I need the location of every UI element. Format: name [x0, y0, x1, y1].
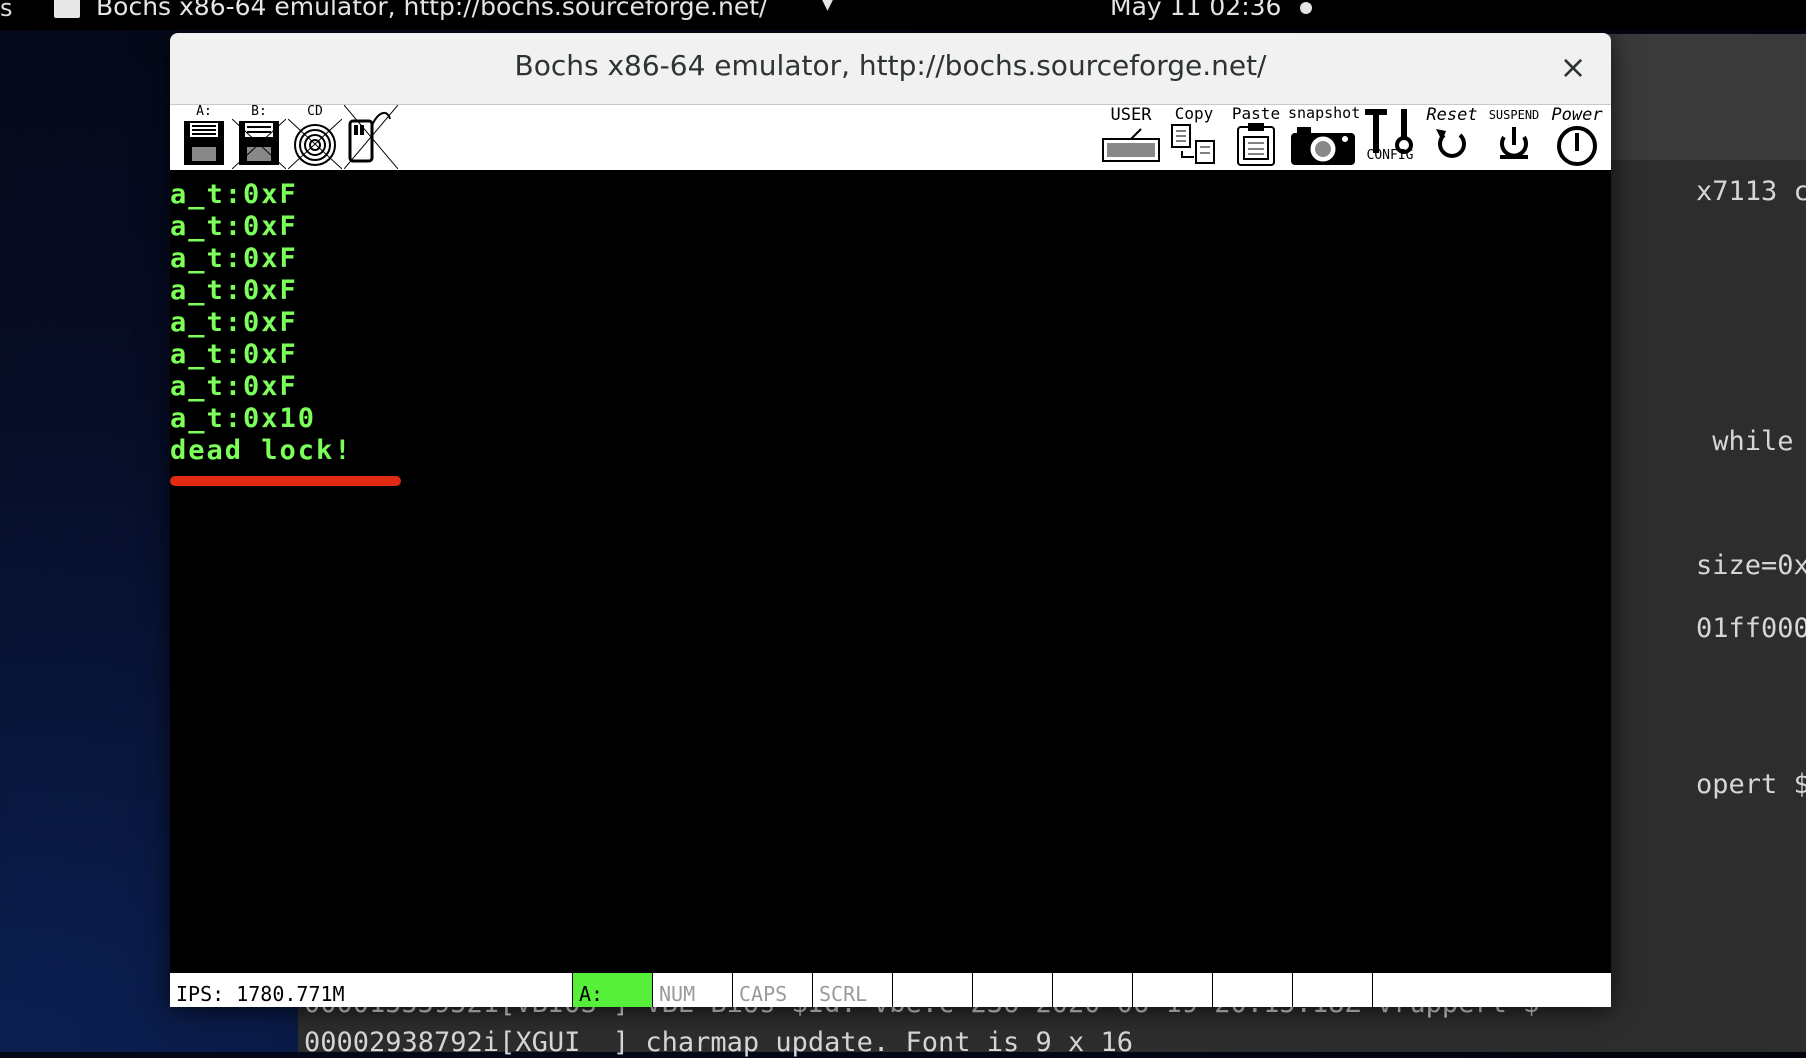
- console-line: a_t:0x10: [170, 403, 317, 434]
- paste-label: Paste: [1231, 104, 1281, 123]
- reset-button[interactable]: Reset: [1422, 105, 1482, 170]
- clock[interactable]: May 11 02:36: [1110, 0, 1281, 21]
- terminal-line: 00002938792i[XGUI ] charmap update. Font…: [304, 1027, 1134, 1058]
- bochs-window: Bochs x86-64 emulator, http://bochs.sour…: [170, 33, 1611, 1007]
- bochs-toolbar: A: B: CD USER Copy Paste snapshot CONFIG…: [170, 105, 1611, 171]
- caps-lock-indicator: CAPS: [732, 973, 812, 1007]
- user-keyboard-button[interactable]: USER: [1100, 105, 1162, 170]
- power-button[interactable]: Power: [1546, 105, 1608, 170]
- floppy-disk-icon: [184, 121, 224, 165]
- window-titlebar[interactable]: Bochs x86-64 emulator, http://bochs.sour…: [170, 33, 1611, 105]
- emulator-screen[interactable]: a_t:0xF a_t:0xF a_t:0xF a_t:0xF a_t:0xF …: [170, 171, 1611, 972]
- status-slot: [972, 973, 1052, 1007]
- keyboard-icon: [1102, 128, 1160, 162]
- chevron-down-icon[interactable]: ▾: [822, 0, 833, 17]
- paste-button[interactable]: Paste: [1228, 105, 1284, 170]
- power-label: Power: [1551, 105, 1603, 125]
- suspend-icon: [1500, 127, 1528, 159]
- console-line: a_t:0xF: [170, 307, 298, 338]
- suspend-label: SUSPEND: [1488, 108, 1540, 122]
- floppy-b-button[interactable]: B:: [232, 105, 286, 170]
- app-menu-icon[interactable]: [54, 0, 80, 18]
- cdrom-button[interactable]: CD: [288, 105, 342, 170]
- floppy-disk-crossed-icon: [232, 119, 286, 169]
- suspend-button[interactable]: SUSPEND: [1484, 105, 1544, 170]
- console-line: dead lock!: [170, 435, 353, 466]
- console-line: a_t:0xF: [170, 275, 298, 306]
- status-slot: [1372, 973, 1611, 1007]
- snapshot-label: snapshot: [1288, 104, 1361, 122]
- status-slot: [1052, 973, 1132, 1007]
- cdrom-label: CD: [307, 104, 323, 119]
- num-lock-indicator: NUM: [652, 973, 732, 1007]
- drive-a-indicator: A:: [572, 973, 652, 1007]
- floppy-a-label: A:: [196, 104, 212, 119]
- activities-fragment[interactable]: s: [0, 0, 13, 22]
- status-slot: [892, 973, 972, 1007]
- cdrom-crossed-icon: [288, 119, 342, 169]
- close-icon[interactable]: ×: [1553, 47, 1593, 87]
- camera-icon: [1291, 127, 1355, 165]
- notification-dot-icon: [1300, 2, 1312, 14]
- red-underline-annotation: [170, 476, 401, 486]
- copy-button[interactable]: Copy: [1166, 105, 1222, 170]
- status-bar: IPS: 1780.771M A: NUM CAPS SCRL: [170, 972, 1611, 1007]
- status-slot: [1212, 973, 1292, 1007]
- console-line: a_t:0xF: [170, 371, 298, 402]
- ips-readout: IPS: 1780.771M: [176, 982, 345, 1006]
- terminal-line: opert $: [1696, 769, 1806, 800]
- status-slot: [1292, 973, 1372, 1007]
- floppy-a-button[interactable]: A:: [178, 105, 230, 170]
- terminal-line: while in SM: [1712, 426, 1794, 457]
- console-line: a_t:0xF: [170, 339, 298, 370]
- console-line: a_t:0xF: [170, 211, 298, 242]
- status-slot: [1132, 973, 1212, 1007]
- terminal-line: size=0xc8: [1696, 550, 1806, 581]
- usb-crossed-icon: [344, 105, 398, 169]
- usb-button[interactable]: [344, 105, 398, 170]
- terminal-line: 01ff0000 siz: [1696, 613, 1806, 644]
- clipboard-icon: [1237, 123, 1275, 166]
- user-label: USER: [1110, 105, 1152, 125]
- app-menu-label[interactable]: Bochs x86-64 emulator, http://bochs.sour…: [96, 0, 767, 21]
- copy-label: Copy: [1174, 104, 1214, 123]
- terminal-line: x7113 class=: [1696, 176, 1806, 207]
- power-icon: [1557, 126, 1597, 166]
- config-button[interactable]: CONFIG: [1360, 105, 1420, 170]
- console-line: a_t:0xF: [170, 243, 298, 274]
- console-line: a_t:0xF: [170, 179, 298, 210]
- top-bar: s Bochs x86-64 emulator, http://bochs.so…: [0, 0, 1806, 30]
- snapshot-button[interactable]: snapshot: [1288, 104, 1361, 170]
- scroll-lock-indicator: SCRL: [812, 973, 892, 1007]
- reset-label: Reset: [1426, 105, 1478, 125]
- config-label: CONFIG: [1366, 148, 1414, 163]
- copy-icon: [1171, 124, 1215, 164]
- reset-icon: [1436, 129, 1466, 158]
- floppy-b-label: B:: [251, 104, 267, 119]
- window-title: Bochs x86-64 emulator, http://bochs.sour…: [514, 49, 1267, 82]
